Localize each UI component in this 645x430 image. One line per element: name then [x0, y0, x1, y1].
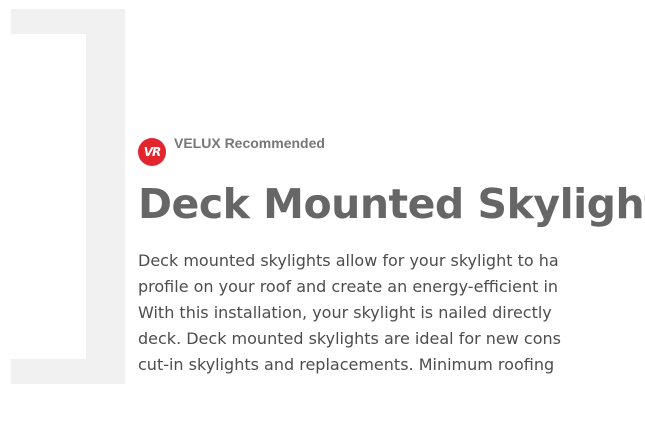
- velux-recommended-icon: VR: [138, 138, 166, 166]
- description-line: deck. Deck mounted skylights are ideal f…: [138, 329, 561, 348]
- page-title: Deck Mounted Skylights: [138, 180, 645, 228]
- description-line: Deck mounted skylights allow for your sk…: [138, 251, 559, 270]
- description-line: profile on your roof and create an energ…: [138, 277, 559, 296]
- decorative-bracket-inner: [11, 34, 86, 359]
- recommended-label: VELUX Recommended: [174, 135, 325, 151]
- description-line: cut-in skylights and replacements. Minim…: [138, 355, 555, 374]
- skylight-type-section: VR VELUX Recommended Deck Mounted Skylig…: [138, 128, 645, 378]
- description-line: With this installation, your skylight is…: [138, 303, 552, 322]
- recommended-badge: VR VELUX Recommended: [138, 128, 645, 166]
- description-paragraph: Deck mounted skylights allow for your sk…: [138, 248, 645, 378]
